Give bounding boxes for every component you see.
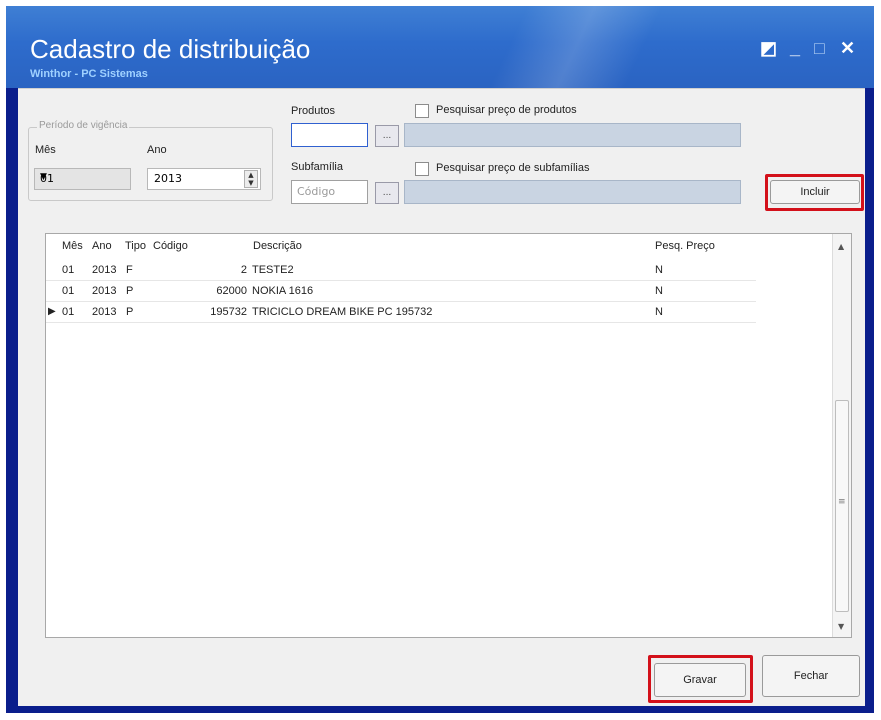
maximize-icon: □: [814, 38, 825, 58]
cell-codigo: 2: [240, 264, 247, 276]
cell-pesq-preco: N: [655, 306, 663, 318]
mes-label: Mês: [35, 144, 56, 156]
cell-descricao: NOKIA 1616: [252, 285, 314, 297]
column-header[interactable]: Descrição: [253, 240, 302, 252]
pesquisar-subfamilias-label[interactable]: Pesquisar preço de subfamílias: [436, 162, 589, 174]
minimize-icon[interactable]: _: [790, 38, 800, 59]
cell-codigo: 62000: [216, 285, 247, 297]
periodo-legend: Período de vigência: [37, 120, 130, 131]
chevron-down-icon[interactable]: ▼: [40, 172, 125, 182]
cell-tipo: P: [126, 285, 134, 297]
produtos-browse-button[interactable]: ...: [375, 125, 399, 147]
produtos-input[interactable]: [291, 123, 368, 147]
cell-pesq-preco: N: [655, 264, 663, 276]
table-row[interactable]: 01 2013 P 62000 NOKIA 1616 N: [46, 281, 756, 302]
fechar-button[interactable]: Fechar: [762, 655, 860, 697]
column-header[interactable]: Tipo: [125, 240, 146, 252]
cell-codigo: 195732: [210, 306, 247, 318]
cell-pesq-preco: N: [655, 285, 663, 297]
pesquisar-produtos-label[interactable]: Pesquisar preço de produtos: [436, 104, 577, 116]
subfamilia-browse-button[interactable]: ...: [375, 182, 399, 204]
mes-select[interactable]: 01 ▼: [34, 168, 131, 190]
scroll-down-icon[interactable]: ▼: [838, 622, 844, 631]
subfamilia-label: Subfamília: [291, 161, 343, 173]
pesquisar-produtos-checkbox[interactable]: [415, 104, 429, 118]
cell-mes: 01: [62, 264, 75, 276]
window-title: Cadastro de distribuição: [30, 34, 311, 64]
cell-ano: 2013: [92, 264, 117, 276]
close-icon[interactable]: ✕: [840, 38, 855, 59]
scroll-thumb[interactable]: ≡: [835, 400, 849, 612]
ano-label: Ano: [147, 144, 167, 156]
client-area: Período de vigência Mês Ano 01 ▼ 2013 ▲ ▼…: [18, 88, 865, 706]
cell-descricao: TRICICLO DREAM BIKE PC 195732: [252, 306, 433, 318]
table-header: Mês Ano Tipo Código Descrição Pesq. Preç…: [46, 234, 756, 256]
vertical-scrollbar[interactable]: ▲ ≡ ▼: [832, 234, 851, 637]
cell-ano: 2013: [92, 306, 117, 318]
table-row-selected[interactable]: ▶ 01 2013 P 195732 TRICICLO DREAM BIKE P…: [46, 302, 756, 323]
distribution-table[interactable]: Mês Ano Tipo Código Descrição Pesq. Preç…: [45, 233, 852, 638]
cell-mes: 01: [62, 306, 75, 318]
periodo-group: Período de vigência Mês Ano 01 ▼ 2013 ▲ ▼: [28, 120, 273, 201]
cell-tipo: P: [126, 306, 134, 318]
restore-icon[interactable]: ◩: [760, 38, 777, 59]
column-header[interactable]: Pesq. Preço: [655, 240, 715, 252]
cell-ano: 2013: [92, 285, 117, 297]
subfamilia-placeholder: Código: [297, 185, 336, 198]
window-subtitle: Winthor - PC Sistemas: [30, 68, 148, 80]
spin-updown-icon[interactable]: ▲ ▼: [244, 170, 258, 188]
ano-spinner[interactable]: 2013 ▲ ▼: [147, 168, 261, 190]
main-window: Cadastro de distribuição Winthor - PC Si…: [6, 6, 874, 713]
produtos-label: Produtos: [291, 105, 336, 117]
cell-tipo: F: [126, 264, 133, 276]
cell-descricao: TESTE2: [252, 264, 294, 276]
title-bar-shine: [426, 6, 726, 88]
grip-icon: ≡: [838, 497, 846, 507]
produtos-description-field: [404, 123, 741, 147]
column-header[interactable]: Ano: [92, 240, 112, 252]
subfamilia-input[interactable]: Código: [291, 180, 368, 204]
subfamilia-description-field: [404, 180, 741, 204]
title-bar[interactable]: Cadastro de distribuição Winthor - PC Si…: [6, 6, 874, 88]
incluir-highlight: [765, 174, 864, 211]
gravar-highlight: [648, 655, 753, 703]
pesquisar-subfamilias-checkbox[interactable]: [415, 162, 429, 176]
column-header[interactable]: Código: [153, 240, 188, 252]
column-header[interactable]: Mês: [62, 240, 83, 252]
cell-mes: 01: [62, 285, 75, 297]
scroll-up-icon[interactable]: ▲: [838, 242, 844, 251]
table-row[interactable]: 01 2013 F 2 TESTE2 N: [46, 260, 756, 281]
current-row-icon: ▶: [48, 306, 56, 317]
ano-value: 2013: [154, 172, 182, 185]
